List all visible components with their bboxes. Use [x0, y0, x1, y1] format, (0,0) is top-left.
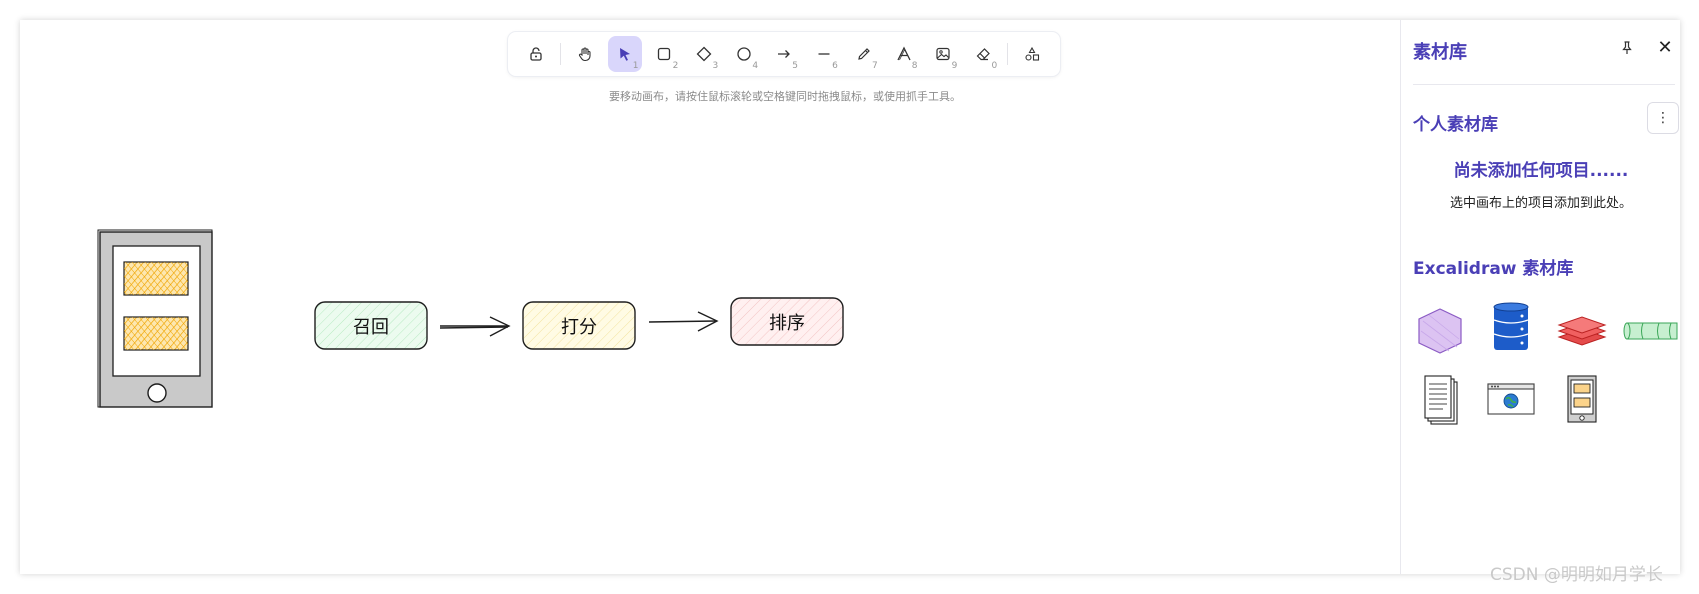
rectangle-icon: [658, 47, 671, 61]
excalidraw-library-title: Excalidraw 素材库: [1413, 259, 1574, 279]
toolbar-divider: [1007, 43, 1009, 65]
more-options-icon[interactable]: ⋮: [1647, 102, 1679, 134]
eraser-icon: [976, 48, 991, 61]
ellipse-tool[interactable]: 4: [727, 36, 761, 72]
eraser-tool[interactable]: 0: [966, 36, 1000, 72]
node-label-rank[interactable]: 排序: [731, 309, 843, 335]
arrow-right-icon: [778, 50, 790, 58]
shortcut-key: 3: [712, 61, 719, 71]
layers-icon: [1557, 316, 1607, 346]
draw-tool[interactable]: 7: [847, 36, 881, 72]
text-tool[interactable]: 8: [887, 36, 921, 72]
hexagon-icon: [1418, 308, 1462, 354]
lock-open-icon: [530, 47, 542, 61]
library-item-document-stack[interactable]: [1409, 374, 1471, 430]
arrow-1: [439, 316, 511, 337]
selection-tool[interactable]: 1: [607, 36, 642, 72]
shortcut-key: 5: [792, 61, 798, 71]
image-tool[interactable]: 9: [927, 36, 961, 72]
document-stack-icon: [1424, 375, 1458, 425]
empty-library-title: 尚未添加任何项目......: [1453, 161, 1629, 181]
arrow-tool[interactable]: 5: [767, 36, 801, 72]
diamond-icon: [696, 46, 712, 62]
browser-window-icon: [1487, 383, 1535, 415]
library-item-database[interactable]: [1480, 300, 1542, 356]
line-icon: [818, 53, 830, 55]
pencil-icon: [857, 48, 870, 60]
database-icon: [1493, 302, 1529, 350]
line-tool[interactable]: 6: [807, 36, 841, 72]
shortcut-key: 0: [991, 61, 998, 71]
library-item-pipe[interactable]: [1619, 303, 1681, 359]
toolbar: 1 2 3 4 5 6 7 8 9 0: [508, 32, 1060, 76]
shortcut-key: 6: [832, 61, 838, 71]
empty-library-description: 选中画布上的项目添加到此处。: [1449, 196, 1632, 211]
personal-library-title: 个人素材库: [1413, 115, 1498, 135]
hand-icon: [578, 47, 591, 62]
library-item-mobile-phone[interactable]: [1551, 374, 1613, 430]
sidebar-divider: [1413, 84, 1675, 85]
pin-icon[interactable]: [1619, 40, 1635, 56]
image-icon: [936, 47, 951, 61]
circle-icon: [737, 47, 751, 61]
close-icon[interactable]: ✕: [1655, 38, 1675, 58]
phone-sketch[interactable]: [97, 229, 213, 408]
sidebar-title: 素材库: [1413, 42, 1467, 63]
arrow-2: [648, 311, 719, 332]
shapes-icon: [1025, 46, 1040, 61]
shortcut-key: 1: [632, 61, 639, 71]
toolbar-divider: [559, 43, 561, 65]
pipe-icon: [1623, 322, 1678, 340]
extra-tools-button[interactable]: [1015, 36, 1049, 72]
diamond-tool[interactable]: 3: [687, 36, 721, 72]
text-icon: [897, 46, 911, 61]
rectangle-tool[interactable]: 2: [648, 36, 682, 72]
shortcut-key: 9: [951, 61, 958, 71]
library-sidebar: 素材库 ✕ 个人素材库 ⋮ 尚未添加任何项目...... 选中画布上的项目添加到…: [1400, 20, 1680, 574]
mobile-phone-icon: [1567, 375, 1597, 423]
shortcut-key: 8: [911, 61, 918, 71]
node-label-recall[interactable]: 召回: [315, 313, 427, 339]
library-item-layers[interactable]: [1551, 303, 1613, 359]
shortcut-key: 2: [672, 61, 679, 71]
hand-tool[interactable]: [568, 36, 602, 72]
lock-tool[interactable]: [519, 36, 553, 72]
shortcut-key: 7: [871, 61, 878, 71]
node-label-score[interactable]: 打分: [523, 313, 635, 339]
pointer-icon: [619, 48, 630, 61]
shortcut-key: 4: [752, 61, 759, 71]
library-item-browser-window[interactable]: [1480, 374, 1542, 430]
canvas-hint: 要移动画布，请按住鼠标滚轮或空格键同时拖拽鼠标，或使用抓手工具。: [609, 90, 961, 103]
library-item-hexagon[interactable]: [1409, 303, 1471, 359]
watermark: CSDN @明明如月学长: [1490, 565, 1663, 585]
